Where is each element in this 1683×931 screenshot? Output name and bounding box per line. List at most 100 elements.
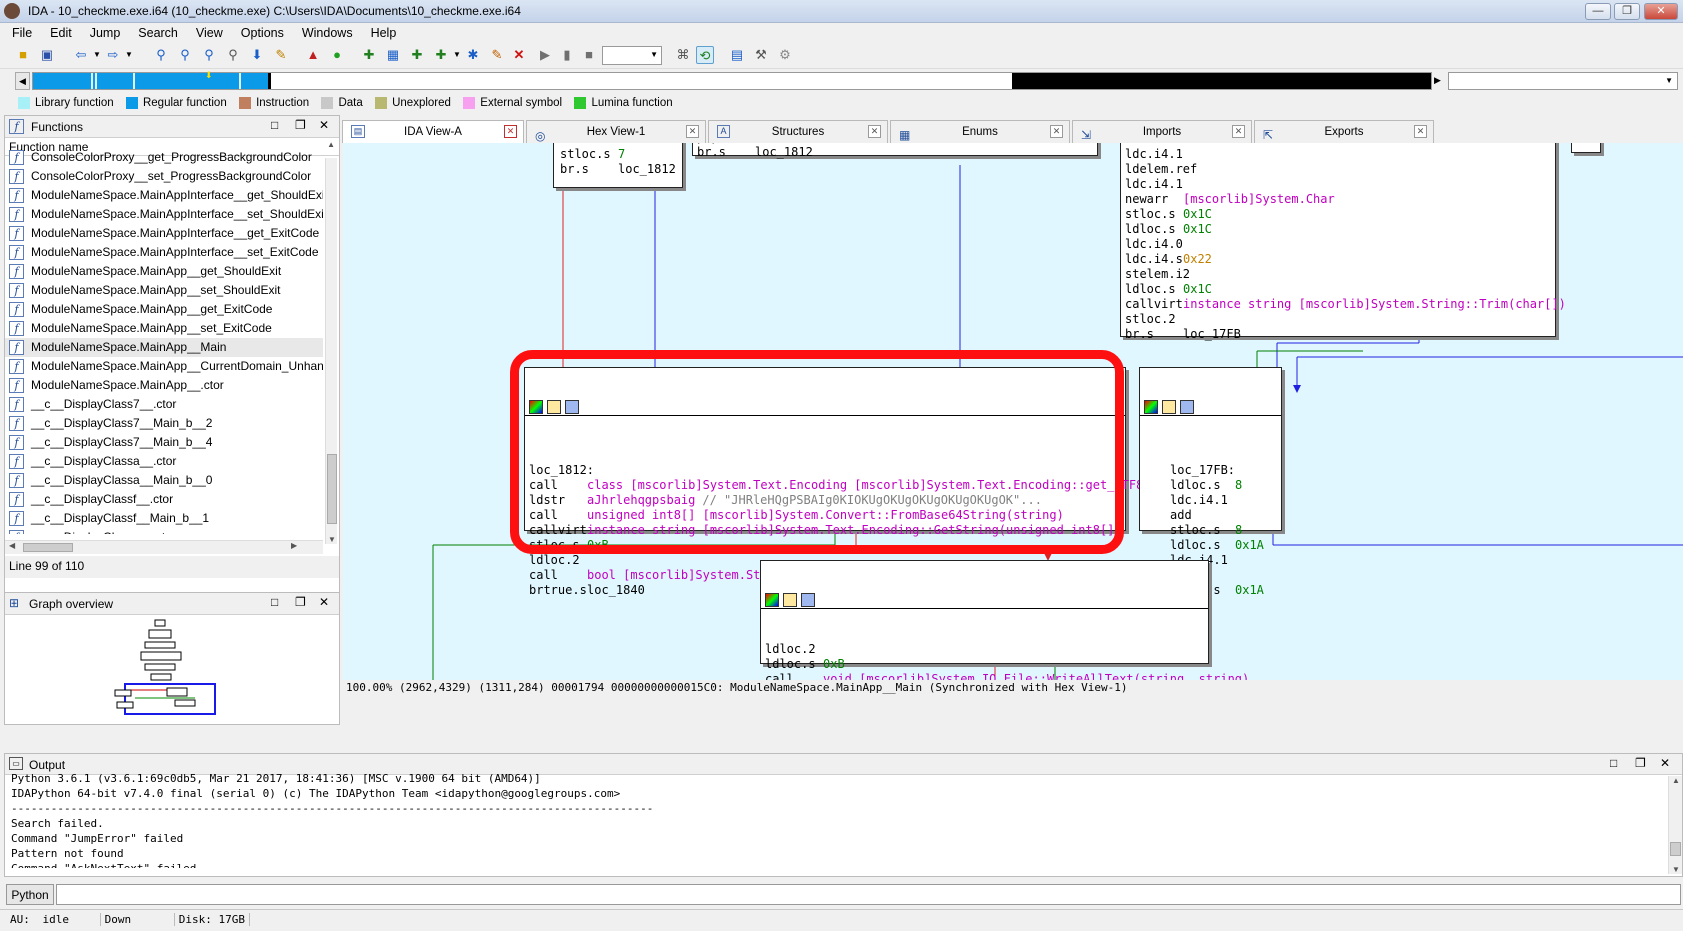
menu-windows[interactable]: Windows (290, 23, 359, 40)
green-circle-icon[interactable]: ● (328, 46, 346, 64)
graph-colors-icon[interactable]: ▲ (304, 46, 322, 64)
panel-close-icon[interactable]: ✕ (319, 595, 329, 609)
menu-options[interactable]: Options (229, 23, 290, 40)
navigation-bar[interactable]: ⬇ (32, 70, 1432, 90)
instruction-line[interactable]: br.s loc_1812 (560, 162, 682, 177)
debugger-select[interactable]: ▼ (602, 46, 662, 65)
function-list-item[interactable]: f __c__DisplayClassa__.ctor (5, 452, 323, 471)
function-list-item[interactable]: f ModuleNameSpace.MainApp__get_ExitCode (5, 300, 323, 319)
function-list-item[interactable]: f __c__DisplayClassf__.ctor (5, 490, 323, 509)
function-list-item[interactable]: f ModuleNameSpace.MainApp__set_ExitCode (5, 319, 323, 338)
panel-maximize-icon[interactable]: □ (271, 118, 278, 132)
scroll-right-icon[interactable]: ▶ (291, 541, 297, 550)
tab-hex-view-1[interactable]: ◎ Hex View-1 ✕ (526, 120, 706, 143)
sync-icon[interactable]: ⟲ (696, 46, 714, 64)
function-list-item[interactable]: f __c__DisplayClass7__Main_b__4 (5, 433, 323, 452)
node-label[interactable]: loc_1812: (529, 463, 1125, 478)
close-tab-icon[interactable]: ✕ (1232, 125, 1245, 138)
add-struct-icon[interactable]: ✚ (408, 46, 426, 64)
instruction-line[interactable]: call unsigned int8[] [mscorlib]System.Con… (529, 508, 1125, 523)
instruction-line[interactable]: stloc.s 8 (1170, 523, 1281, 538)
graph-overview-minimap[interactable] (105, 618, 235, 718)
function-list-hscroll[interactable]: ◀ ▶ (5, 540, 323, 554)
panel-close-icon[interactable]: ✕ (1660, 756, 1670, 770)
run-icon[interactable]: ▶ (536, 46, 554, 64)
instruction-line[interactable]: ldc.i4.1 (1125, 147, 1555, 162)
function-list-item[interactable]: f ModuleNameSpace.MainApp__.ctor (5, 376, 323, 395)
menu-help[interactable]: Help (359, 23, 403, 40)
node-rename-icon[interactable] (1162, 400, 1176, 414)
instruction-line[interactable]: ldloc.s 0x1C (1125, 222, 1555, 237)
close-button[interactable]: ✕ (1644, 3, 1678, 20)
panel-float-icon[interactable]: ❐ (295, 118, 306, 132)
node-group-icon[interactable] (801, 593, 815, 607)
menu-file[interactable]: File (0, 23, 38, 40)
panel-float-icon[interactable]: ❐ (1635, 756, 1646, 770)
instruction-line[interactable]: stelem.i2 (1125, 267, 1555, 282)
close-tab-icon[interactable]: ✕ (686, 125, 699, 138)
graph-node-top-right[interactable]: ldloc.s0xAldc.i4.1ldelem.refldc.i4.1newa… (1120, 143, 1566, 341)
function-list-item[interactable]: f ModuleNameSpace.MainAppInterface__get_S… (5, 186, 323, 205)
instruction-line[interactable]: ldloc.2 (765, 642, 1208, 657)
xref-icon[interactable]: ✱ (464, 46, 482, 64)
save-icon[interactable]: ▣ (38, 46, 56, 64)
search-text-icon[interactable]: ⚲ (176, 46, 194, 64)
instruction-line[interactable]: stloc.s 7 (560, 147, 682, 162)
output-vscroll[interactable]: ▲ ▼ (1668, 776, 1682, 874)
function-list-item[interactable]: f ModuleNameSpace.MainApp__Main (5, 338, 323, 357)
scroll-up-icon[interactable]: ▲ (1672, 776, 1680, 785)
graph-node-top-mid[interactable]: popbr.sloc_1812 (692, 143, 1098, 159)
node-color-icon[interactable] (1144, 400, 1158, 414)
node-label[interactable]: loc_17FB: (1170, 463, 1281, 478)
panel-maximize-icon[interactable]: □ (271, 595, 278, 609)
python-cli-button[interactable]: Python (6, 884, 54, 905)
instruction-line[interactable]: ldloc.s 0xB (765, 657, 1208, 672)
jump-down-icon[interactable]: ⬇ (248, 46, 266, 64)
function-list-item[interactable]: f ModuleNameSpace.MainApp__set_ShouldExit (5, 281, 323, 300)
function-list-item[interactable]: f __c__DisplayClassf__Main_b__1 (5, 509, 323, 528)
instruction-line[interactable]: callvirtinstance string [mscorlib]System… (1125, 297, 1566, 312)
tab-imports[interactable]: ⇲ Imports ✕ (1072, 120, 1252, 143)
menu-search[interactable]: Search (126, 23, 184, 40)
function-list-item[interactable]: f __c__DisplayClassa__Main_b__0 (5, 471, 323, 490)
panel-float-icon[interactable]: ❐ (295, 595, 306, 609)
node-color-icon[interactable] (765, 593, 779, 607)
scroll-left-icon[interactable]: ◀ (9, 541, 15, 550)
function-list-item[interactable]: f __c__DisplayClass7__.ctor (5, 395, 323, 414)
function-list-item[interactable]: f ConsoleColorProxy__get_ProgressBackgrou… (5, 148, 323, 167)
instruction-line[interactable]: ldc.i4.1 (1125, 177, 1555, 192)
instruction-line[interactable]: br.s loc_1812 (697, 145, 1097, 160)
tools-icon[interactable]: ⚒ (752, 46, 770, 64)
instruction-line[interactable]: newarr [mscorlib]System.Char (1125, 192, 1555, 207)
scroll-down-icon[interactable]: ▼ (1672, 865, 1680, 874)
instruction-line[interactable]: stloc.s 0xB (529, 538, 1125, 553)
close-tab-icon[interactable]: ✕ (1414, 125, 1427, 138)
graph-node-loc-1812[interactable]: loc_1812: call class [mscorlib]System.Text… (524, 367, 1158, 597)
panel-maximize-icon[interactable]: □ (1610, 756, 1617, 770)
node-rename-icon[interactable] (547, 400, 561, 414)
nav-left-icon[interactable]: ◀ (15, 72, 30, 90)
edit-icon[interactable]: ✎ (488, 46, 506, 64)
function-list-item[interactable]: f ModuleNameSpace.MainApp__get_ShouldExit (5, 262, 323, 281)
command-input[interactable] (56, 884, 1681, 905)
stop-icon[interactable]: ■ (580, 46, 598, 64)
attach-icon[interactable]: ⌘ (674, 46, 692, 64)
open-folder-icon[interactable]: ■ (14, 46, 32, 64)
instruction-line[interactable]: ldc.i4.1 (1170, 493, 1281, 508)
minimize-button[interactable]: — (1585, 3, 1611, 20)
tab-structures[interactable]: A Structures ✕ (708, 120, 888, 143)
instruction-line[interactable]: br.s loc_17FB (1125, 327, 1555, 342)
graph-node-offscreen-right[interactable] (1571, 143, 1601, 153)
function-list-item[interactable]: f ModuleNameSpace.MainAppInterface__get_E… (5, 224, 323, 243)
tab-enums[interactable]: ▦ Enums ✕ (890, 120, 1070, 143)
close-tab-icon[interactable]: ✕ (868, 125, 881, 138)
instruction-line[interactable]: ldc.i4.s0x22 (1125, 252, 1555, 267)
function-list-item[interactable]: f __c__DisplayClassc__.ctor (5, 528, 323, 534)
instruction-line[interactable]: ldc.i4.0 (1125, 237, 1555, 252)
search-next-icon[interactable]: ⚲ (224, 46, 242, 64)
menu-jump[interactable]: Jump (78, 23, 127, 40)
menu-edit[interactable]: Edit (38, 23, 78, 40)
segment-select[interactable]: ▼ (1448, 72, 1678, 90)
node-color-icon[interactable] (529, 400, 543, 414)
function-list-item[interactable]: f __c__DisplayClass7__Main_b__2 (5, 414, 323, 433)
